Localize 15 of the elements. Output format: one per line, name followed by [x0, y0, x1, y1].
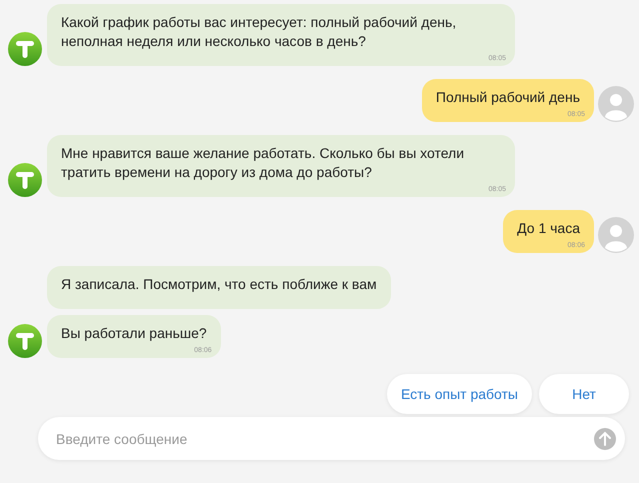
- bot-avatar-icon: [8, 324, 42, 358]
- quick-reply-button[interactable]: Нет: [539, 374, 629, 414]
- message-text: Вы работали раньше?: [61, 324, 207, 343]
- message-text: Я записала. Посмотрим, что есть поближе к вам: [61, 275, 377, 294]
- message-text: Мне нравится ваше желание работать. Сколько бы вы хотели тратить времени на дорогу из дома до работы?: [61, 144, 466, 182]
- message-text: До 1 часа: [517, 219, 580, 238]
- message-text: Какой график работы вас интересует: полный рабочий день, неполная неделя или несколько часов в день?: [61, 13, 458, 51]
- send-icon[interactable]: [594, 428, 616, 450]
- bot-avatar-icon: [8, 32, 42, 66]
- message-text: Полный рабочий день: [436, 88, 580, 107]
- quick-reply-button[interactable]: Есть опыт работы: [386, 374, 532, 414]
- message-input-field[interactable]: Введите сообщение: [38, 417, 625, 460]
- user-avatar-icon: [598, 217, 634, 253]
- bot-avatar-icon: [8, 163, 42, 197]
- user-avatar-icon: [598, 86, 634, 122]
